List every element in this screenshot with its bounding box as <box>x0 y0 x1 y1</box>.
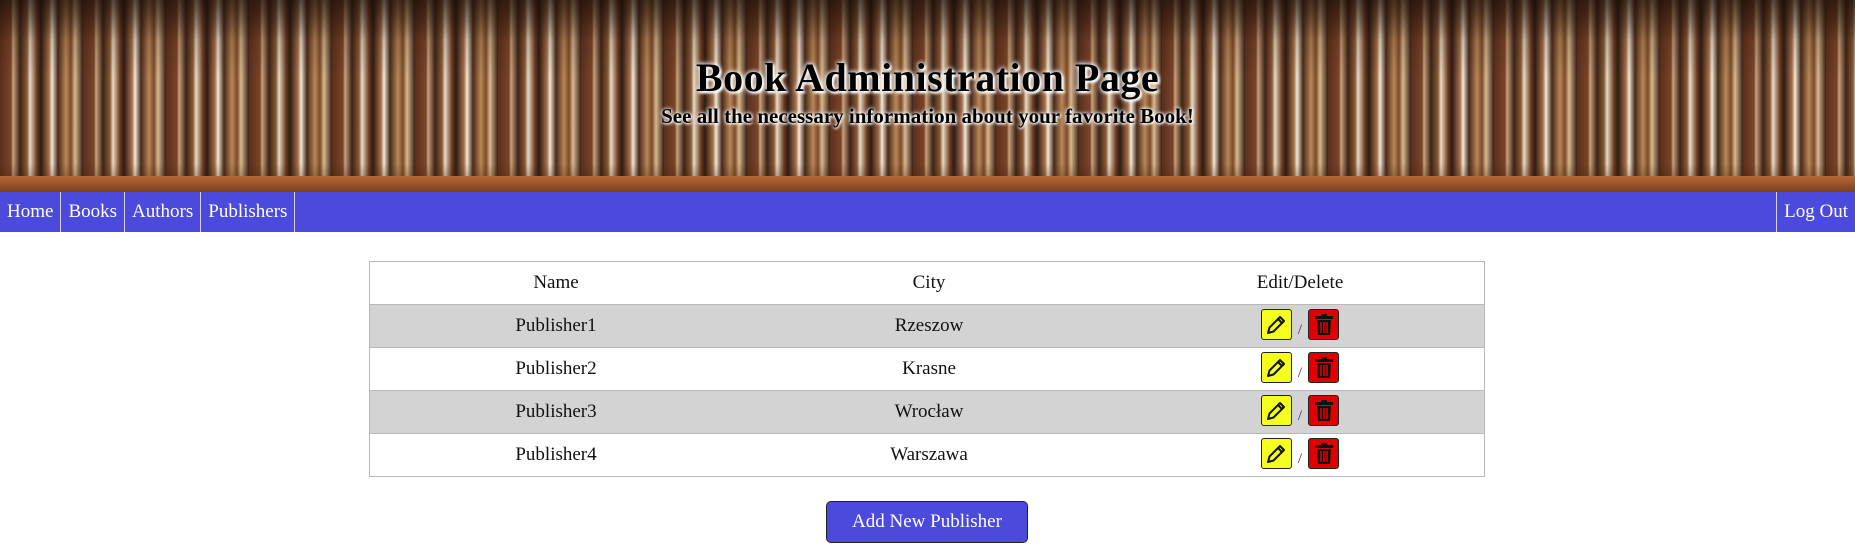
row-actions: / <box>1260 395 1340 427</box>
actions-cell: / <box>1116 304 1485 348</box>
publisher-city-cell: Warszawa <box>742 433 1116 477</box>
page-title: Book Administration Page <box>695 55 1160 100</box>
row-actions: / <box>1260 438 1340 470</box>
publisher-name-cell: Publisher1 <box>369 304 742 348</box>
column-header-city: City <box>742 261 1116 305</box>
edit-button[interactable] <box>1260 309 1292 341</box>
add-new-publisher-button[interactable]: Add New Publisher <box>826 501 1028 543</box>
table-row: Publisher3 Wrocław / <box>369 390 1485 434</box>
trash-icon <box>1313 313 1335 337</box>
header-banner: Book Administration Page See all the nec… <box>0 0 1855 192</box>
column-header-edit-delete: Edit/Delete <box>1116 261 1485 305</box>
publisher-name-cell: Publisher3 <box>369 390 742 434</box>
edit-button[interactable] <box>1260 395 1292 427</box>
publisher-city-cell: Rzeszow <box>742 304 1116 348</box>
pencil-icon <box>1264 356 1288 380</box>
banner-shade <box>0 0 1855 40</box>
table-row: Publisher2 Krasne / <box>369 347 1485 391</box>
actions-cell: / <box>1116 347 1485 391</box>
action-separator: / <box>1297 365 1303 382</box>
table-row: Publisher1 Rzeszow / <box>369 304 1485 348</box>
logout-link[interactable]: Log Out <box>1776 192 1855 232</box>
column-header-name: Name <box>369 261 742 305</box>
publishers-table: Name City Edit/Delete Publisher1 Rzeszow /… <box>369 261 1485 477</box>
trash-icon <box>1313 399 1335 423</box>
publisher-name-cell: Publisher2 <box>369 347 742 391</box>
nav-item-books[interactable]: Books <box>61 192 126 232</box>
nav-right: Log Out <box>1776 192 1855 232</box>
nav-bar: Home Books Authors Publishers Log Out <box>0 192 1855 232</box>
publisher-city-cell: Krasne <box>742 347 1116 391</box>
actions-cell: / <box>1116 390 1485 434</box>
pencil-icon <box>1264 399 1288 423</box>
table-row: Publisher4 Warszawa / <box>369 433 1485 477</box>
page-subtitle: See all the necessary information about … <box>661 104 1194 128</box>
trash-icon <box>1313 442 1335 466</box>
trash-icon <box>1313 356 1335 380</box>
bookshelf-image <box>0 176 1855 192</box>
delete-button[interactable] <box>1308 438 1340 470</box>
nav-links: Home Books Authors Publishers <box>0 192 296 232</box>
edit-button[interactable] <box>1260 438 1292 470</box>
nav-item-publishers[interactable]: Publishers <box>201 192 296 232</box>
table-header-row: Name City Edit/Delete <box>369 261 1485 305</box>
pencil-icon <box>1264 313 1288 337</box>
action-separator: / <box>1297 322 1303 339</box>
delete-button[interactable] <box>1308 309 1340 341</box>
publisher-city-cell: Wrocław <box>742 390 1116 434</box>
actions-cell: / <box>1116 433 1485 477</box>
action-separator: / <box>1297 451 1303 468</box>
edit-button[interactable] <box>1260 352 1292 384</box>
publisher-name-cell: Publisher4 <box>369 433 742 477</box>
pencil-icon <box>1264 442 1288 466</box>
nav-item-authors[interactable]: Authors <box>125 192 202 232</box>
nav-item-home[interactable]: Home <box>0 192 62 232</box>
row-actions: / <box>1260 309 1340 341</box>
delete-button[interactable] <box>1308 352 1340 384</box>
row-actions: / <box>1260 352 1340 384</box>
delete-button[interactable] <box>1308 395 1340 427</box>
action-separator: / <box>1297 408 1303 425</box>
